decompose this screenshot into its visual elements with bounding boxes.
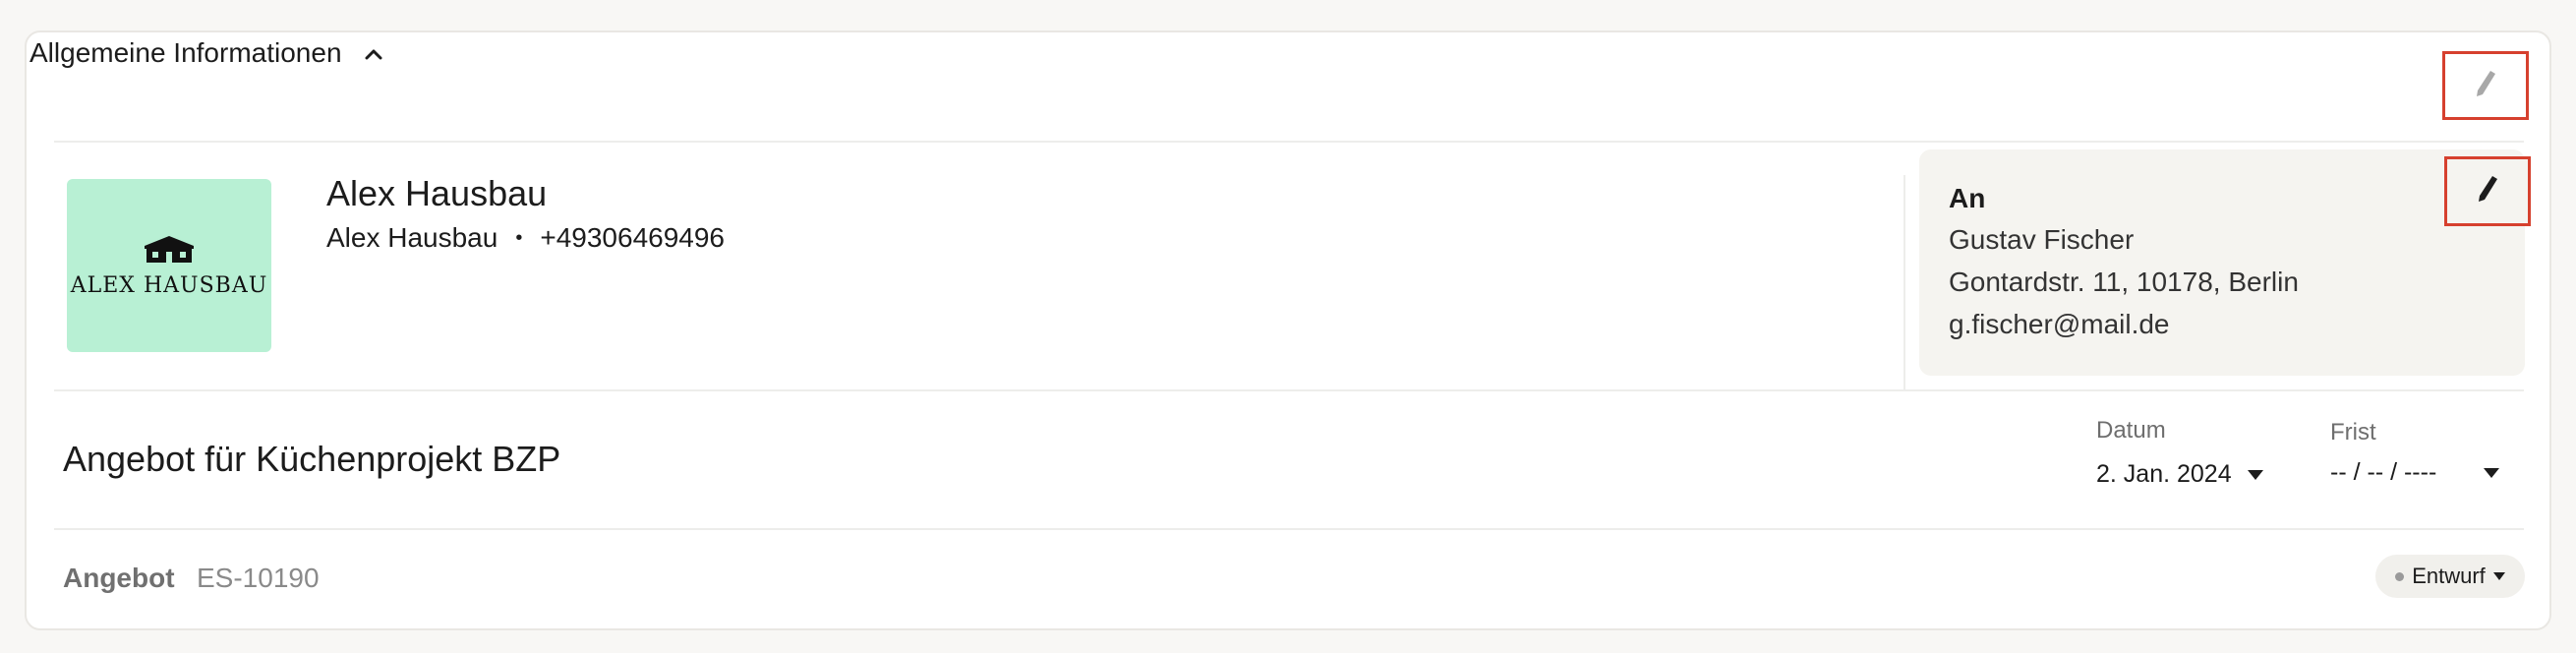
date-value: 2. Jan. 2024 bbox=[2096, 460, 2232, 488]
pencil-icon bbox=[2473, 68, 2498, 104]
caret-down-icon bbox=[2492, 572, 2505, 580]
edit-recipient-button[interactable] bbox=[2444, 156, 2531, 226]
quote-title: Angebot für Küchenprojekt BZP bbox=[63, 439, 561, 479]
vertical-divider bbox=[1903, 175, 1905, 389]
deadline-date-input[interactable]: -- / -- / ---- bbox=[2330, 458, 2499, 487]
date-select[interactable]: 2. Jan. 2024 bbox=[2096, 460, 2263, 489]
company-phone: +49306469496 bbox=[540, 222, 726, 253]
recipient-title: An bbox=[1949, 183, 1986, 213]
edit-general-info-button[interactable] bbox=[2442, 51, 2529, 120]
document-type: Angebot bbox=[63, 563, 175, 593]
caret-down-icon bbox=[2484, 467, 2499, 478]
company-contact-line: Alex Hausbau • +49306469496 bbox=[326, 222, 725, 254]
document-number: ES-10190 bbox=[197, 563, 320, 593]
divider bbox=[54, 141, 2524, 143]
date-label: Datum bbox=[2096, 417, 2166, 444]
section-header-toggle[interactable]: Allgemeine Informationen bbox=[29, 37, 385, 69]
company-logo: ALEX HAUSBAU bbox=[67, 179, 271, 352]
pencil-icon bbox=[2475, 173, 2500, 209]
divider bbox=[54, 389, 2524, 391]
recipient-email: g.fischer@mail.de bbox=[1949, 309, 2170, 339]
logo-wordmark: ALEX HAUSBAU bbox=[70, 272, 268, 298]
caret-down-icon bbox=[2247, 469, 2263, 480]
company-sub-name: Alex Hausbau bbox=[326, 222, 498, 253]
chevron-up-icon bbox=[362, 41, 385, 65]
building-icon bbox=[145, 235, 194, 263]
company-name: Alex Hausbau bbox=[326, 173, 548, 213]
separator-dot: • bbox=[515, 226, 523, 249]
status-label: Entwurf bbox=[2412, 564, 2486, 588]
status-dropdown[interactable]: Entwurf bbox=[2375, 555, 2525, 598]
recipient-panel: An Gustav Fischer Gontardstr. 11, 10178,… bbox=[1919, 149, 2525, 376]
divider bbox=[54, 528, 2524, 530]
status-dot-icon bbox=[2395, 571, 2405, 581]
section-title: Allgemeine Informationen bbox=[29, 37, 342, 68]
recipient-name: Gustav Fischer bbox=[1949, 224, 2135, 255]
deadline-label: Frist bbox=[2330, 419, 2376, 445]
deadline-value: -- / -- / ---- bbox=[2330, 458, 2437, 486]
recipient-address: Gontardstr. 11, 10178, Berlin bbox=[1949, 267, 2299, 297]
